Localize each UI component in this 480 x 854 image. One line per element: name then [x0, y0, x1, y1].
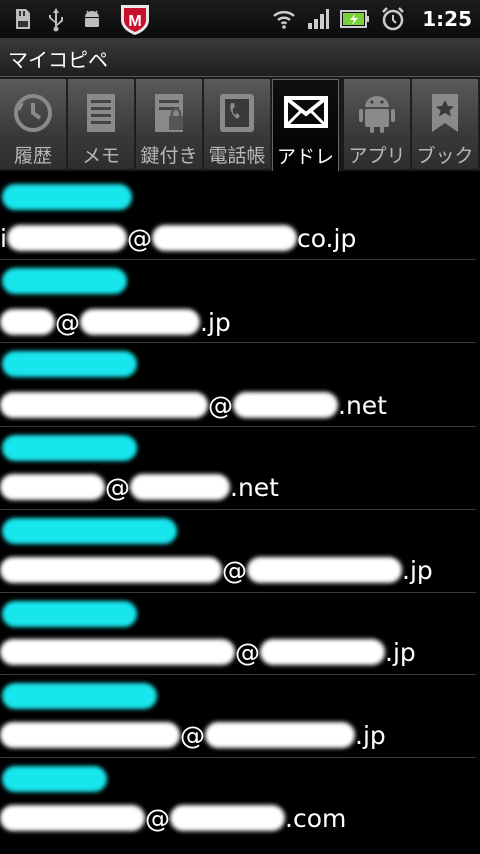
- redacted-text: [151, 225, 297, 251]
- email-address: @ .com: [0, 804, 346, 838]
- tab-label: ブック: [416, 145, 474, 167]
- redacted-text: [247, 557, 402, 583]
- redacted-name: [2, 351, 137, 377]
- list-item[interactable]: @ .jp: [0, 675, 476, 758]
- signal-icon: [308, 9, 330, 29]
- clock-time: 1:25: [422, 7, 472, 31]
- redacted-text: [0, 557, 222, 583]
- sd-card-icon: [16, 9, 30, 29]
- redacted-name: [2, 184, 132, 210]
- redacted-text: [130, 474, 230, 500]
- list-item[interactable]: @ .com: [0, 758, 476, 852]
- tab-label: アプリ: [348, 145, 406, 167]
- list-item[interactable]: @ .jp: [0, 260, 476, 343]
- redacted-text: [0, 805, 145, 831]
- tab-apps[interactable]: アプリ: [344, 79, 411, 169]
- shield-letter: M: [128, 13, 141, 30]
- email-address: i @ co.jp: [0, 224, 357, 253]
- redacted-name: [2, 601, 137, 627]
- tab-bookmark[interactable]: ブック: [412, 79, 479, 169]
- history-icon: [14, 94, 52, 132]
- app-title: マイコピペ: [8, 48, 108, 72]
- email-address: @ .jp: [0, 721, 386, 755]
- email-address: @ .net: [0, 473, 279, 507]
- tab-label: アドレ: [276, 146, 334, 168]
- redacted-name: [2, 435, 137, 461]
- alarm-icon: [382, 7, 405, 31]
- phonebook-icon: [220, 94, 254, 132]
- android-icon: [359, 96, 395, 133]
- tab-label: 履歴: [13, 145, 52, 167]
- redacted-text: [260, 639, 385, 665]
- wifi-icon: [273, 11, 296, 29]
- android-debug-icon: [85, 10, 99, 27]
- battery-icon: [340, 10, 370, 28]
- list-item[interactable]: @ .net: [0, 427, 476, 510]
- email-address: @ .jp: [0, 638, 416, 672]
- tab-history[interactable]: 履歴: [0, 79, 67, 169]
- redacted-name: [2, 683, 157, 709]
- usb-icon: [49, 8, 63, 32]
- redacted-text: [6, 225, 127, 251]
- tab-bar: 履歴 メモ 鍵付き 電話帳 アドレ アプリ ブック: [0, 77, 480, 171]
- tab-label: メモ: [81, 145, 120, 167]
- locked-note-icon: [155, 94, 183, 132]
- redacted-name: [2, 268, 127, 294]
- tab-address[interactable]: アドレ: [272, 79, 339, 171]
- mail-icon: [283, 96, 328, 128]
- tab-memo[interactable]: メモ: [68, 79, 135, 169]
- tab-label: 電話帳: [208, 145, 266, 167]
- email-address: @ .net: [0, 391, 387, 425]
- email-address: @ .jp: [0, 308, 231, 342]
- bookmark-icon: [432, 94, 458, 132]
- tab-label: 鍵付き: [140, 145, 198, 167]
- security-shield-icon: M: [121, 5, 149, 35]
- redacted-text: [80, 309, 200, 335]
- status-bar: M 1:25: [0, 0, 480, 38]
- app-title-bar: マイコピペ: [0, 38, 480, 77]
- list-item[interactable]: @ .jp: [0, 510, 476, 593]
- list-item[interactable]: i @ co.jp: [0, 172, 476, 260]
- redacted-text: [0, 474, 105, 500]
- redacted-text: [170, 805, 285, 831]
- redacted-text: [0, 392, 208, 418]
- redacted-text: [233, 392, 338, 418]
- redacted-name: [2, 766, 107, 792]
- memo-icon: [87, 94, 115, 132]
- redacted-text: [0, 639, 235, 665]
- tab-phonebook[interactable]: 電話帳: [204, 79, 271, 169]
- email-address: @ .jp: [0, 556, 433, 590]
- list-item[interactable]: @ .jp: [0, 593, 476, 675]
- address-list: i @ co.jp @ .jp @ .net @ .net @ .jp @ .jp: [0, 172, 480, 854]
- redacted-text: [0, 309, 55, 335]
- redacted-name: [2, 518, 177, 544]
- list-item[interactable]: @ .net: [0, 343, 476, 427]
- redacted-text: [205, 722, 355, 748]
- tab-locked[interactable]: 鍵付き: [136, 79, 203, 169]
- redacted-text: [0, 722, 180, 748]
